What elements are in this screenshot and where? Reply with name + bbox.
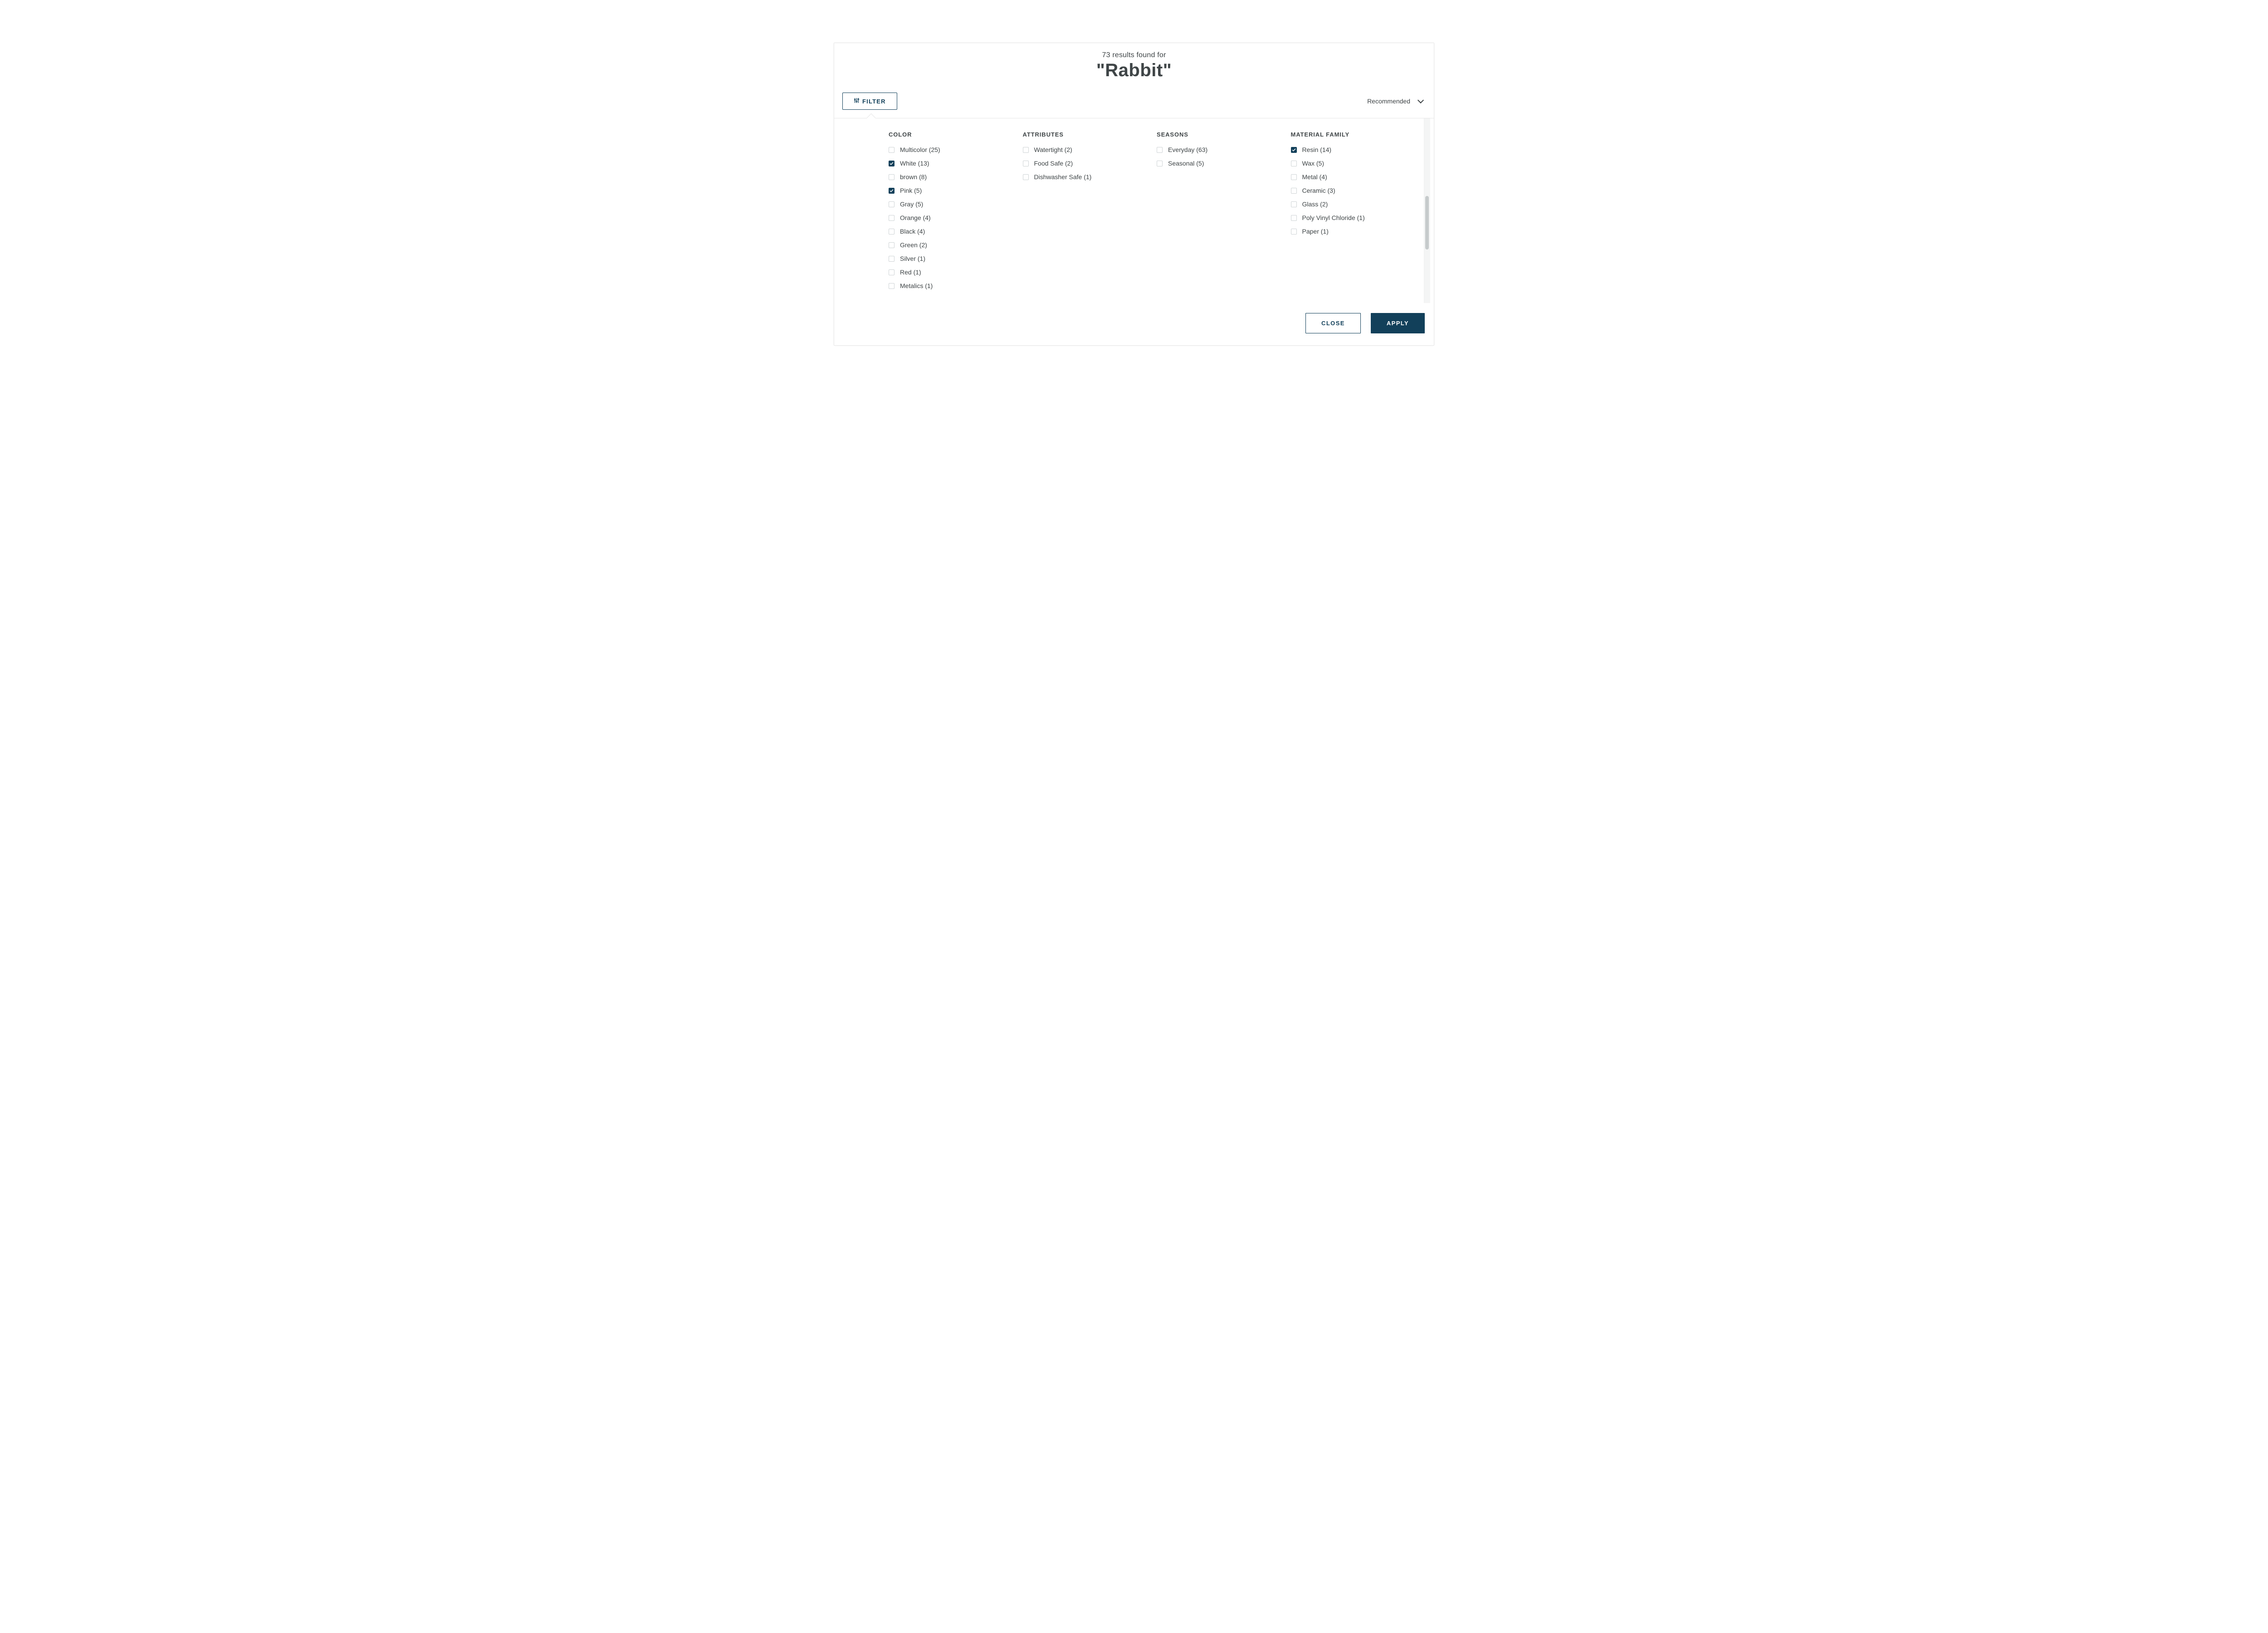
filter-option-label: Food Safe (2): [1034, 160, 1073, 167]
apply-button[interactable]: APPLY: [1371, 313, 1425, 333]
checkbox[interactable]: [1023, 174, 1029, 180]
checkbox[interactable]: [1291, 161, 1297, 166]
filter-option[interactable]: White (13): [889, 160, 1014, 167]
filter-option-label: Dishwasher Safe (1): [1034, 173, 1092, 181]
filter-option[interactable]: Silver (1): [889, 255, 1014, 262]
filter-option[interactable]: Glass (2): [1291, 200, 1416, 208]
filter-option[interactable]: Seasonal (5): [1157, 160, 1282, 167]
filter-option-label: Seasonal (5): [1168, 160, 1204, 167]
filters-scrollbar-track[interactable]: [1424, 118, 1430, 303]
filter-option-label: Ceramic (3): [1302, 187, 1335, 194]
filter-option[interactable]: Green (2): [889, 241, 1014, 249]
checkbox[interactable]: [889, 201, 894, 207]
chevron-down-icon: [1418, 97, 1424, 103]
filter-option[interactable]: Multicolor (25): [889, 146, 1014, 153]
sort-dropdown[interactable]: Recommended: [1367, 95, 1426, 108]
checkbox[interactable]: [889, 229, 894, 235]
checkbox[interactable]: [1291, 188, 1297, 194]
filter-button-notch: [868, 111, 875, 118]
filter-option[interactable]: Black (4): [889, 228, 1014, 235]
results-term: "Rabbit": [834, 60, 1434, 81]
results-count-text: 73 results found for: [834, 51, 1434, 59]
checkbox[interactable]: [1291, 215, 1297, 221]
filter-option[interactable]: Food Safe (2): [1023, 160, 1148, 167]
filter-option-label: Green (2): [900, 241, 927, 249]
filter-option-label: Everyday (63): [1168, 146, 1207, 153]
checkbox[interactable]: [889, 269, 894, 275]
checkbox[interactable]: [1291, 229, 1297, 235]
filter-option-label: Poly Vinyl Chloride (1): [1302, 214, 1365, 221]
filter-option[interactable]: Watertight (2): [1023, 146, 1148, 153]
filter-option-list: Multicolor (25) White (13) brown (8) Pink (…: [889, 146, 1014, 296]
filter-option-label: brown (8): [900, 173, 927, 181]
checkbox[interactable]: [889, 161, 894, 166]
filter-option-label: Silver (1): [900, 255, 925, 262]
toolbar: FILTER Recommended: [834, 84, 1434, 118]
filters-scrollbar-thumb[interactable]: [1425, 196, 1429, 249]
filter-option-label: Metal (4): [1302, 173, 1327, 181]
filter-option-label: Watertight (2): [1034, 146, 1072, 153]
filter-option-list: Watertight (2) Food Safe (2) Dishwasher Sa…: [1023, 146, 1148, 181]
filter-option-label: Black (4): [900, 228, 925, 235]
filter-option[interactable]: Red (1): [889, 269, 1014, 276]
filter-option-label: Wax (5): [1302, 160, 1324, 167]
filter-option[interactable]: Poly Vinyl Chloride (1): [1291, 214, 1416, 221]
filter-option[interactable]: Metalics (1): [889, 282, 1014, 289]
checkbox[interactable]: [889, 215, 894, 221]
filter-column-title: ATTRIBUTES: [1023, 131, 1148, 138]
checkbox[interactable]: [1291, 174, 1297, 180]
filter-option-label: White (13): [900, 160, 929, 167]
filter-column: ATTRIBUTES Watertight (2) Food Safe (2) Dis…: [1023, 131, 1157, 296]
filter-option-label: Glass (2): [1302, 200, 1328, 208]
checkbox[interactable]: [1291, 147, 1297, 153]
filter-option-list: Everyday (63) Seasonal (5): [1157, 146, 1282, 167]
filter-column: COLOR Multicolor (25) White (13) brown (8) P…: [889, 131, 1023, 296]
filter-column-title: COLOR: [889, 131, 1014, 138]
filters-body: COLOR Multicolor (25) White (13) brown (8) P…: [834, 118, 1434, 303]
filter-option-label: Resin (14): [1302, 146, 1332, 153]
checkbox[interactable]: [1023, 161, 1029, 166]
results-header: 73 results found for "Rabbit": [834, 43, 1434, 84]
filter-actions: CLOSE APPLY: [834, 303, 1434, 345]
filter-option[interactable]: brown (8): [889, 173, 1014, 181]
checkbox[interactable]: [889, 256, 894, 262]
checkbox[interactable]: [889, 174, 894, 180]
filter-column: SEASONS Everyday (63) Seasonal (5): [1157, 131, 1291, 296]
filter-option[interactable]: Pink (5): [889, 187, 1014, 194]
filter-option[interactable]: Resin (14): [1291, 146, 1416, 153]
filter-panel: 73 results found for "Rabbit" FILTER Rec…: [834, 43, 1434, 346]
checkbox[interactable]: [889, 283, 894, 289]
checkbox[interactable]: [1157, 161, 1163, 166]
close-button[interactable]: CLOSE: [1305, 313, 1361, 333]
filter-option-list: Resin (14) Wax (5) Metal (4) Ceramic (3) Gla…: [1291, 146, 1416, 235]
filter-option[interactable]: Dishwasher Safe (1): [1023, 173, 1148, 181]
filter-option-label: Multicolor (25): [900, 146, 940, 153]
checkbox[interactable]: [889, 242, 894, 248]
filter-option-label: Metalics (1): [900, 282, 933, 289]
filter-button-label: FILTER: [862, 98, 886, 105]
filter-column-title: MATERIAL FAMILY: [1291, 131, 1416, 138]
sliders-icon: [854, 98, 860, 105]
filter-option-label: Orange (4): [900, 214, 931, 221]
filter-option[interactable]: Orange (4): [889, 214, 1014, 221]
filter-option[interactable]: Metal (4): [1291, 173, 1416, 181]
checkbox[interactable]: [1291, 201, 1297, 207]
filter-option-label: Gray (5): [900, 200, 923, 208]
filter-option-label: Red (1): [900, 269, 921, 276]
filter-option[interactable]: Gray (5): [889, 200, 1014, 208]
checkbox[interactable]: [889, 188, 894, 194]
filter-option-label: Pink (5): [900, 187, 922, 194]
filter-option-label: Paper (1): [1302, 228, 1329, 235]
filter-option[interactable]: Wax (5): [1291, 160, 1416, 167]
filter-option[interactable]: Paper (1): [1291, 228, 1416, 235]
filter-column-title: SEASONS: [1157, 131, 1282, 138]
filter-option[interactable]: Ceramic (3): [1291, 187, 1416, 194]
sort-selected-label: Recommended: [1367, 98, 1410, 105]
filter-button[interactable]: FILTER: [842, 93, 897, 110]
filter-column: MATERIAL FAMILY Resin (14) Wax (5) Metal (4…: [1291, 131, 1425, 296]
checkbox[interactable]: [1157, 147, 1163, 153]
checkbox[interactable]: [1023, 147, 1029, 153]
checkbox[interactable]: [889, 147, 894, 153]
filter-option[interactable]: Everyday (63): [1157, 146, 1282, 153]
